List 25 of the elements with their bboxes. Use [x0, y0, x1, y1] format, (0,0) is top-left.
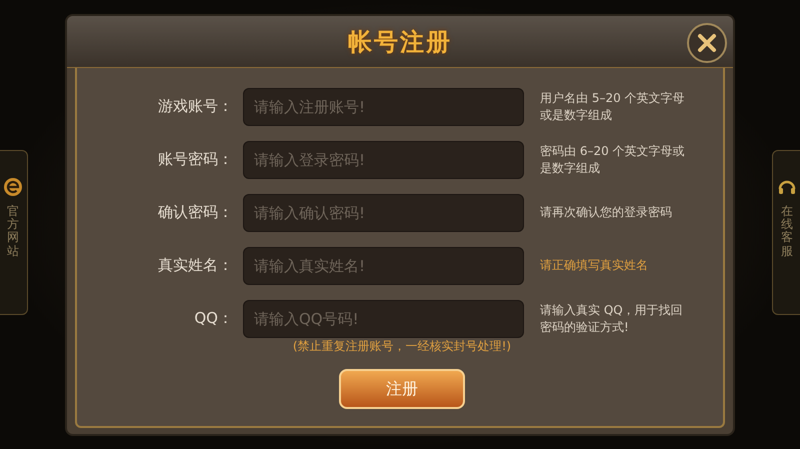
register-button[interactable]: 注册	[339, 369, 465, 409]
notice-text: (禁止重复注册账号，一经核实封号处理!)	[292, 338, 512, 355]
input-field[interactable]: 请输入QQ号码!	[243, 300, 524, 338]
field-label: 游戏账号：	[157, 96, 234, 118]
field-label: 真实姓名：	[157, 255, 234, 276]
input-field[interactable]: 请输入登录密码!	[243, 140, 524, 178]
side-tab-label: 官方网站	[7, 205, 19, 258]
field-label: 确认密码：	[157, 202, 234, 224]
dialog-title: 帐号注册	[348, 26, 452, 58]
field-hint: 密码由 6–20 个英文字母或是数字组成	[540, 142, 686, 176]
side-tab-label: 在线客服	[781, 205, 793, 258]
field-hint: 请再次确认您的登录密码	[540, 204, 673, 221]
globe-e-icon	[3, 177, 23, 197]
side-tab[interactable]: 在线客服	[772, 150, 800, 315]
input-field[interactable]: 请输入注册账号!	[243, 88, 524, 126]
input-field[interactable]: 请输入确认密码!	[243, 194, 524, 232]
field-hint: 请正确填写真实姓名	[540, 257, 649, 274]
field-hint: 用户名由 5–20 个英文字母或是数字组成	[540, 90, 686, 124]
field-label: 账号密码：	[157, 149, 234, 170]
field-label: QQ：	[193, 308, 234, 330]
input-field[interactable]: 请输入真实姓名!	[243, 246, 524, 284]
field-hint: 请输入真实 QQ，用于找回密码的验证方式!	[540, 302, 684, 336]
close-button[interactable]	[687, 23, 727, 63]
side-tab[interactable]: 官方网站	[0, 150, 28, 315]
close-icon	[696, 32, 718, 54]
